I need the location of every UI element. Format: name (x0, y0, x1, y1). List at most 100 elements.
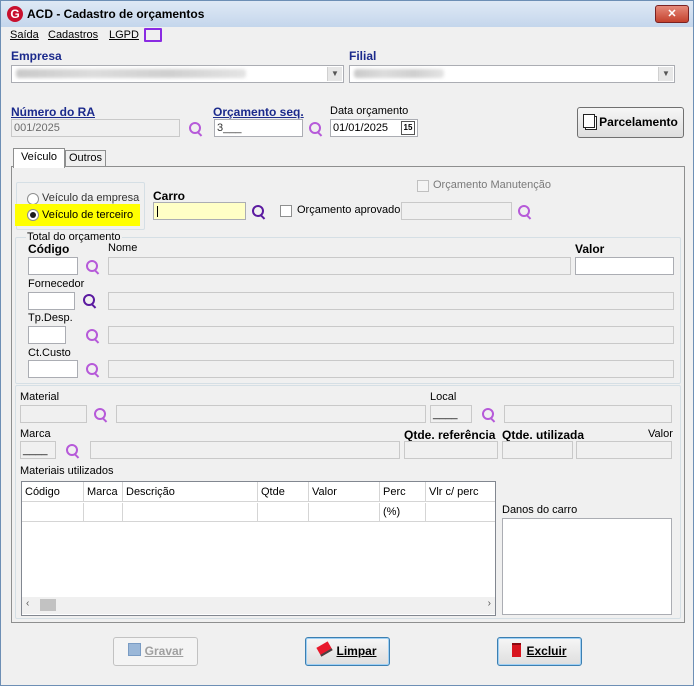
gravar-label: Gravar (144, 644, 184, 658)
qtde-ref-field[interactable] (404, 441, 498, 459)
material-valor-label: Valor (648, 428, 673, 440)
search-icon[interactable] (65, 443, 81, 459)
grid-header-descricao[interactable]: Descrição (123, 482, 258, 502)
materiais-utilizados-label: Materiais utilizados (20, 465, 114, 477)
grid-cell[interactable] (309, 503, 380, 522)
grid-cell[interactable] (84, 503, 123, 522)
radio-veiculo-terceiro[interactable] (27, 209, 39, 221)
data-orc-field[interactable]: 01/01/2025 15 (330, 119, 418, 137)
material-label: Material (20, 391, 60, 403)
tp-desp-name-field[interactable] (108, 326, 674, 344)
data-orc-value: 01/01/2025 (333, 122, 389, 134)
fornecedor-name-field[interactable] (108, 292, 674, 310)
danos-label: Danos do carro (502, 504, 578, 516)
close-button[interactable]: ✕ (655, 5, 689, 23)
empresa-label: Empresa (11, 49, 62, 63)
search-icon[interactable] (481, 407, 497, 423)
grid-cell[interactable] (380, 503, 426, 522)
filial-label: Filial (349, 49, 377, 63)
search-icon[interactable] (308, 121, 324, 137)
filial-redacted-value (354, 69, 444, 78)
material-name-field[interactable] (116, 405, 426, 423)
materiais-grid[interactable]: Código Marca Descrição Qtde Valor Perc (… (21, 481, 496, 616)
danos-textarea[interactable] (502, 518, 672, 615)
chevron-down-icon[interactable]: ▼ (327, 67, 342, 81)
ct-custo-code-field[interactable] (28, 360, 78, 378)
parcelamento-button[interactable]: Parcelamento (577, 107, 684, 138)
scrollbar-thumb[interactable] (40, 599, 56, 611)
menu-saida[interactable]: Saída (10, 29, 39, 41)
tp-desp-code-field[interactable] (28, 326, 66, 344)
grid-cell[interactable] (22, 503, 84, 522)
grid-cell[interactable] (258, 503, 309, 522)
search-icon[interactable] (251, 204, 267, 220)
orc-aprovado-label: Orçamento aprovado (297, 204, 401, 216)
qtde-util-field[interactable] (502, 441, 573, 459)
orc-aprovado-checkbox[interactable] (280, 205, 292, 217)
carro-field[interactable] (153, 202, 246, 220)
search-icon[interactable] (85, 362, 101, 378)
orc-aprovado-field[interactable] (401, 202, 512, 220)
tab-veiculo[interactable]: Veículo (13, 148, 65, 168)
ra-label: Número do RA (11, 105, 95, 119)
material-code-field[interactable] (20, 405, 87, 423)
material-valor-field[interactable] (576, 441, 672, 459)
codigo-label: Código (28, 242, 70, 256)
local-label: Local (430, 391, 457, 403)
app-logo-icon: G (7, 6, 23, 22)
limpar-label: Limpar (336, 644, 377, 658)
menu-lgpd[interactable]: LGPD (109, 29, 139, 41)
local-name-field[interactable] (504, 405, 672, 423)
search-icon[interactable] (85, 328, 101, 344)
grid-header-qtde[interactable]: Qtde (258, 482, 309, 502)
valor-label: Valor (575, 242, 605, 256)
grid-header-marca[interactable]: Marca (84, 482, 123, 502)
menu-cadastros[interactable]: Cadastros (48, 29, 98, 41)
empresa-redacted-value (16, 69, 246, 78)
carro-label: Carro (153, 189, 186, 203)
valor-field[interactable] (575, 257, 674, 275)
codigo-field[interactable] (28, 257, 78, 275)
text-cursor (157, 206, 158, 217)
fornecedor-code-field[interactable] (28, 292, 75, 310)
ct-custo-label: Ct.Custo (28, 347, 71, 359)
orc-seq-field[interactable]: 3___ (214, 119, 303, 137)
nome-field[interactable] (108, 257, 571, 275)
radio-veiculo-terceiro-label: Veículo de terceiro (42, 209, 134, 221)
grid-header-perc[interactable]: Perc (%) (380, 482, 426, 518)
parcelamento-label: Parcelamento (599, 115, 678, 129)
orc-manutencao-label: Orçamento Manutenção (433, 179, 552, 191)
window-title: ACD - Cadastro de orçamentos (27, 7, 205, 21)
gravar-button[interactable]: Gravar (113, 637, 198, 666)
nome-label: Nome (108, 242, 138, 254)
orc-manutencao-checkbox[interactable] (417, 180, 429, 192)
calendar-icon[interactable]: 15 (401, 121, 415, 135)
chevron-down-icon[interactable]: ▼ (658, 67, 673, 81)
search-icon[interactable] (93, 407, 109, 423)
local-field[interactable]: ____ (430, 405, 472, 423)
marca-name-field[interactable] (90, 441, 400, 459)
tab-outros[interactable]: Outros (65, 150, 106, 167)
grid-cell[interactable] (123, 503, 258, 522)
scroll-right-icon[interactable]: › (488, 598, 491, 609)
grid-header-codigo[interactable]: Código (22, 482, 84, 502)
excluir-button[interactable]: Excluir (497, 637, 582, 666)
search-icon[interactable] (188, 121, 204, 137)
monitor-icon[interactable] (144, 28, 162, 42)
grid-horizontal-scrollbar[interactable]: ‹ › (22, 597, 495, 614)
grid-cell[interactable] (426, 503, 495, 522)
filial-select[interactable]: ▼ (349, 65, 675, 83)
empresa-select[interactable]: ▼ (11, 65, 344, 83)
app-window: G ACD - Cadastro de orçamentos ✕ Saída C… (0, 0, 694, 686)
grid-header-vlr-perc[interactable]: Vlr c/ perc (426, 482, 495, 502)
ct-custo-name-field[interactable] (108, 360, 674, 378)
limpar-button[interactable]: Limpar (305, 637, 390, 666)
grid-header-valor[interactable]: Valor (309, 482, 380, 502)
ra-field[interactable]: 001/2025 (11, 119, 180, 137)
search-icon[interactable] (85, 259, 101, 275)
search-icon[interactable] (82, 293, 98, 309)
scroll-left-icon[interactable]: ‹ (26, 598, 29, 609)
qtde-ref-label: Qtde. referência (404, 428, 496, 442)
marca-field[interactable]: ____ (20, 441, 56, 459)
search-icon[interactable] (517, 204, 533, 220)
